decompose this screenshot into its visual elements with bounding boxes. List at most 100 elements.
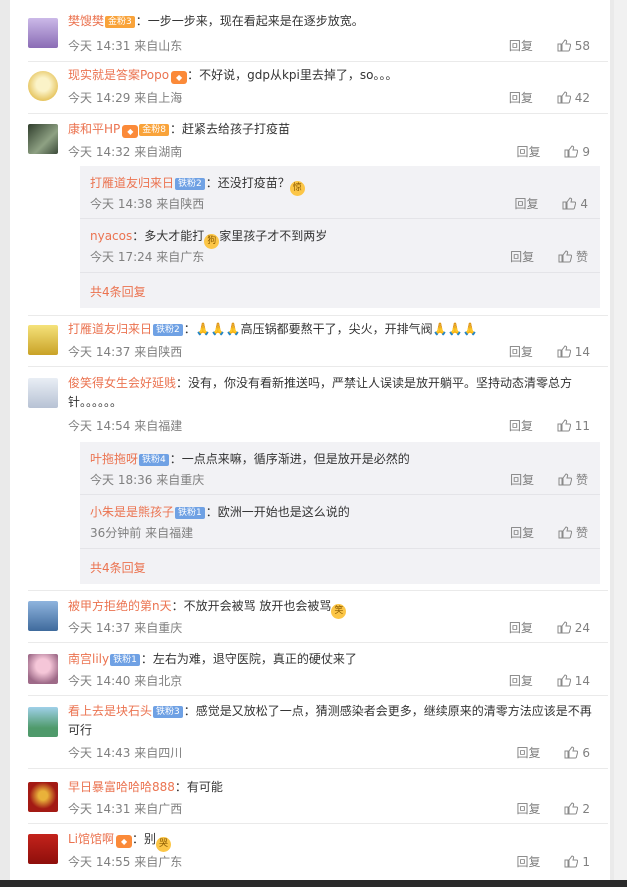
like-button[interactable]: 9 [564,145,590,159]
comment-meta: 今天 14:29 来自上海 [68,91,183,105]
comment-actions: 回复 赞 [510,524,588,541]
reply-button[interactable]: 回复 [510,250,534,264]
thumbs-up-icon [564,802,579,815]
avatar[interactable] [28,124,58,154]
like-count: 2 [582,802,590,816]
like-button[interactable]: 1 [564,855,590,869]
username-link[interactable]: Li馆馆啊 [68,832,114,846]
fan-badge[interactable]: 铁粉2 [153,324,183,336]
comment-meta: 今天 14:54 来自福建 [68,419,183,433]
thumbs-up-icon [557,674,571,687]
username-link[interactable]: 樊馊樊 [68,14,104,28]
reply-button[interactable]: 回复 [517,855,541,869]
divider [28,768,608,769]
username-link[interactable]: 南宫lily [68,652,109,666]
like-count: 4 [580,197,588,211]
avatar[interactable] [28,654,58,684]
more-replies-link[interactable]: 共4条回复 [90,283,146,300]
fan-badge[interactable]: 铁粉4 [139,454,169,466]
avatar[interactable] [28,834,58,864]
reply-button[interactable]: 回复 [509,419,533,433]
reply-button[interactable]: 回复 [510,526,534,540]
reply-thread: 叶拖拖呀 铁粉4 ：一点点来嘛，循序渐进，但是放开是必然的 今天 18:36 来自重… [80,442,600,584]
fan-badge[interactable]: 铁粉3 [153,706,183,718]
reply-button[interactable]: 回复 [510,473,534,487]
like-button[interactable]: 6 [564,746,590,760]
like-button[interactable]: 42 [557,91,590,105]
thumbs-up-icon [564,746,579,759]
comment-body: ：不好说，gdp从kpi里去掉了，so。。。 [187,68,398,82]
like-button[interactable]: 14 [557,345,590,359]
thumbs-up-icon [557,419,571,432]
fan-badge[interactable]: 铁粉1 [175,507,205,519]
username-link[interactable]: 康和平HP [68,122,120,136]
reply-button[interactable]: 回复 [509,345,533,359]
comment-actions: 回复 11 [509,417,590,434]
avatar[interactable] [28,378,58,408]
comment-body: ：赶紧去给孩子打疫苗 [170,122,291,136]
like-button[interactable]: 赞 [558,250,588,264]
avatar[interactable] [28,707,58,737]
like-button[interactable]: 赞 [558,526,588,540]
divider [80,218,600,219]
avatar[interactable] [28,18,58,48]
like-button[interactable]: 赞 [558,473,588,487]
like-button[interactable]: 58 [557,39,590,53]
surprised-emoji-icon: 惊 [289,181,305,196]
username-link[interactable]: 俊笑得女生会好延贱 [68,376,176,390]
reply-thread: 打雁道友归来日 铁粉2 ：还没打疫苗？惊 今天 14:38 来自陕西 回复 4 ny… [80,166,600,308]
reply-button[interactable]: 回复 [517,802,541,816]
username-link[interactable]: 打雁道友归来日 [90,176,174,190]
reply-button[interactable]: 回复 [517,746,541,760]
fan-badge[interactable]: 金粉8 [139,124,169,136]
like-count: 14 [574,345,590,359]
reply-button[interactable]: 回复 [509,39,533,53]
like-button[interactable]: 4 [562,197,588,211]
avatar[interactable] [28,782,58,812]
username-link[interactable]: 小朱是是熊孩子 [90,505,174,519]
comment-actions: 回复 2 [517,800,590,817]
like-button[interactable]: 11 [557,419,590,433]
comment-body-cont: 家里孩子才不到两岁 [219,229,328,243]
username-link[interactable]: 叶拖拖呀 [90,452,138,466]
username-link[interactable]: 看上去是块石头 [68,704,152,718]
vip-icon: ◆ [171,71,188,84]
comment-body: ：别 [132,832,157,846]
scrollbar[interactable] [614,0,627,880]
like-button[interactable]: 14 [557,674,590,688]
avatar[interactable] [28,71,58,101]
username-link[interactable]: nyacos [90,229,132,243]
comment-body: ：还没打疫苗？ [205,176,290,190]
fan-badge[interactable]: 铁粉2 [175,178,205,190]
reply-button[interactable]: 回复 [509,621,533,635]
comment-meta: 今天 14:40 来自北京 [68,674,183,688]
comment-meta: 今天 14:43 来自四川 [68,746,183,760]
fan-badge[interactable]: 铁粉1 [110,654,140,666]
comment-actions: 回复 9 [517,143,590,160]
divider [80,548,600,549]
reply-button[interactable]: 回复 [517,145,541,159]
reply-button[interactable]: 回复 [515,197,539,211]
reply-button[interactable]: 回复 [509,91,533,105]
username-link[interactable]: 打雁道友归来日 [68,322,152,336]
comment-actions: 回复 赞 [510,248,588,265]
like-button[interactable]: 2 [564,802,590,816]
username-link[interactable]: 早日暴富哈哈哈888 [68,780,175,794]
like-count: 1 [582,855,590,869]
more-replies-link[interactable]: 共4条回复 [90,559,146,576]
avatar[interactable] [28,325,58,355]
vip-icon: ◆ [116,835,133,848]
comment-text: 叶拖拖呀 铁粉4 ：一点点来嘛，循序渐进，但是放开是必然的 [90,450,590,469]
username-link[interactable]: 现实就是答案Popo [68,68,169,82]
comment-text: nyacos：多大才能打狗家里孩子才不到两岁 [90,227,590,249]
like-count: 14 [574,674,590,688]
reply-button[interactable]: 回复 [509,674,533,688]
comment-actions: 回复 6 [517,744,590,761]
username-link[interactable]: 被甲方拒绝的第n天 [68,599,172,613]
thumbs-up-icon [558,250,572,263]
comment-actions: 回复 24 [509,619,590,636]
like-button[interactable]: 24 [557,621,590,635]
thumbs-up-icon [557,91,571,104]
fan-badge[interactable]: 金粉3 [105,16,135,28]
avatar[interactable] [28,601,58,631]
